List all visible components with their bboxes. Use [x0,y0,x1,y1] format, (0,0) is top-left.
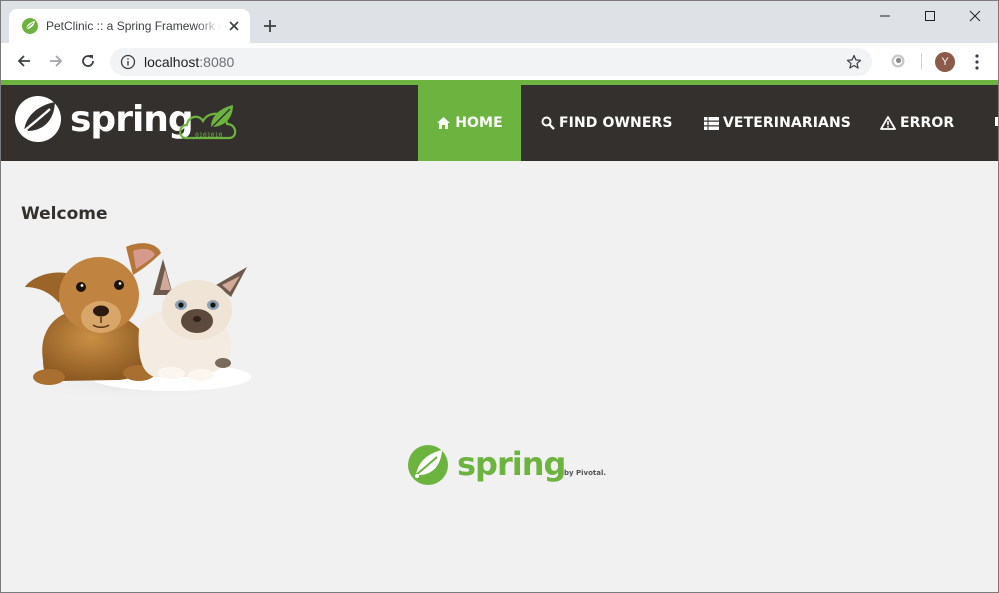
home-icon [437,117,451,129]
reload-button[interactable] [78,51,98,71]
info-icon[interactable] [120,54,136,70]
more-menu-icon[interactable] [970,53,984,71]
back-button[interactable] [14,51,34,71]
tab-close-icon[interactable] [227,19,241,33]
brand-badge-digits: 0101010 [195,131,222,139]
spring-by-pivotal-logo: spring by Pivotal. [408,445,606,485]
nav-veterinarians[interactable]: VETERINARIANS [704,85,851,161]
maximize-button[interactable] [907,1,953,31]
nav-error-label: ERROR [900,115,955,131]
profile-avatar[interactable]: Y [935,52,955,72]
page-title: Welcome [21,204,108,224]
url-text: localhost:8080 [144,54,234,70]
browser-window: PetClinic :: a Spring Framework demonstr… [0,0,999,593]
nav-find-owners-label: FIND OWNERS [559,115,673,131]
footer-wordmark: spring [457,445,565,483]
back-arrow-icon [17,55,30,67]
nav-veterinarians-label: VETERINARIANS [723,115,851,131]
tab-strip: PetClinic :: a Spring Framework demonstr… [1,1,998,43]
spring-favicon-icon [22,18,38,34]
url-host: localhost [144,54,200,70]
list-icon [704,116,719,130]
minimize-icon [880,15,890,17]
nav-home[interactable]: HOME [418,85,521,161]
close-icon [969,10,981,22]
spring-brand-logo[interactable]: spring 0101010 [15,94,245,150]
browser-toolbar: localhost:8080 [1,43,998,80]
browser-tab[interactable]: PetClinic :: a Spring Framework demonstr… [9,9,250,43]
main-content: Welcome spring by Pivotal. [1,161,998,592]
nav-find-owners[interactable]: FIND OWNERS [541,85,673,161]
forward-arrow-icon [50,55,63,67]
reload-icon [82,55,94,67]
navbar: spring 0101010 HOME FIND OWNERS VETERINA… [1,85,998,161]
forward-button[interactable] [46,51,66,71]
maximize-icon [925,11,935,21]
url-port: :8080 [199,54,235,70]
nav-overflow-indicator [995,117,998,126]
tab-title: PetClinic :: a Spring Framework demonstr… [46,19,221,33]
search-icon [541,116,555,130]
pets-image [21,243,251,400]
nav-error[interactable]: ERROR [880,85,954,161]
extension-icon[interactable] [889,52,907,70]
minimize-button[interactable] [862,1,908,31]
new-tab-icon[interactable] [262,18,278,34]
toolbar-separator [921,53,922,69]
brand-wordmark: spring [70,99,193,140]
bookmark-star-icon[interactable] [846,54,862,70]
close-window-button[interactable] [952,1,998,31]
address-bar[interactable]: localhost:8080 [110,48,872,76]
nav-home-label: HOME [455,115,503,131]
footer-byline: by Pivotal. [564,469,606,477]
warning-icon [880,116,896,130]
